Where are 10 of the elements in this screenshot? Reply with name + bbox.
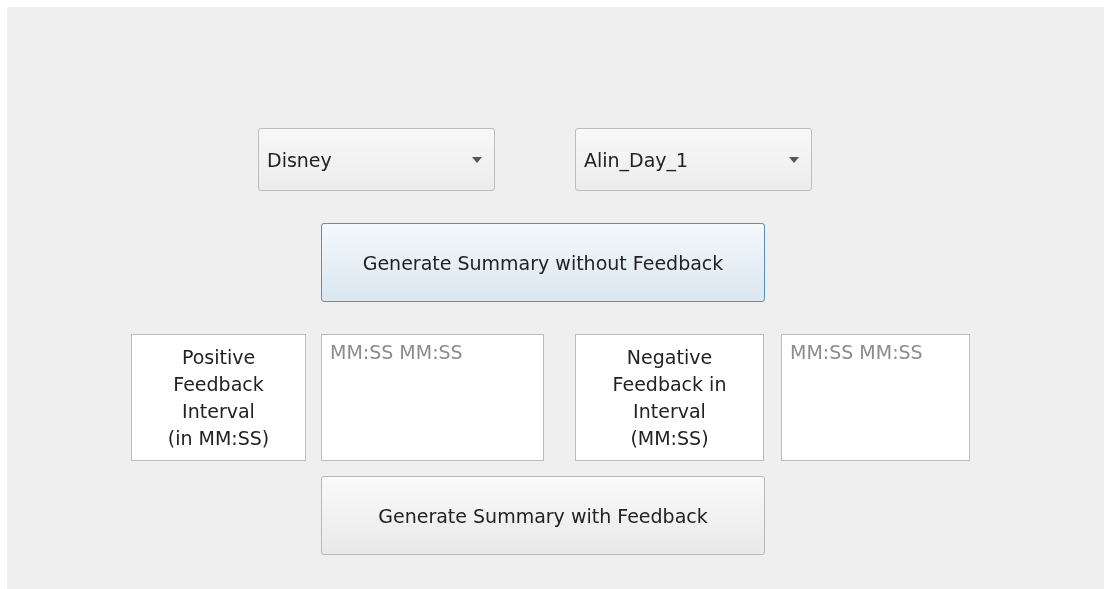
field-label: Positive Feedback Interval (in MM:SS) <box>131 334 306 461</box>
dropdown[interactable]: Alin_Day_1 <box>575 128 812 191</box>
field-label: Negative Feedback in Interval (MM:SS) <box>575 334 764 461</box>
input-field[interactable]: MM:SS MM:SS <box>781 334 970 461</box>
generate-summary-button[interactable]: Generate Summary with Feedback <box>321 476 765 555</box>
dropdown[interactable]: Disney <box>258 128 495 191</box>
generate-summary-button[interactable]: Generate Summary without Feedback <box>321 223 765 302</box>
input-field[interactable]: MM:SS MM:SS <box>321 334 544 461</box>
caret-icon <box>789 156 799 163</box>
caret-icon <box>472 156 482 163</box>
